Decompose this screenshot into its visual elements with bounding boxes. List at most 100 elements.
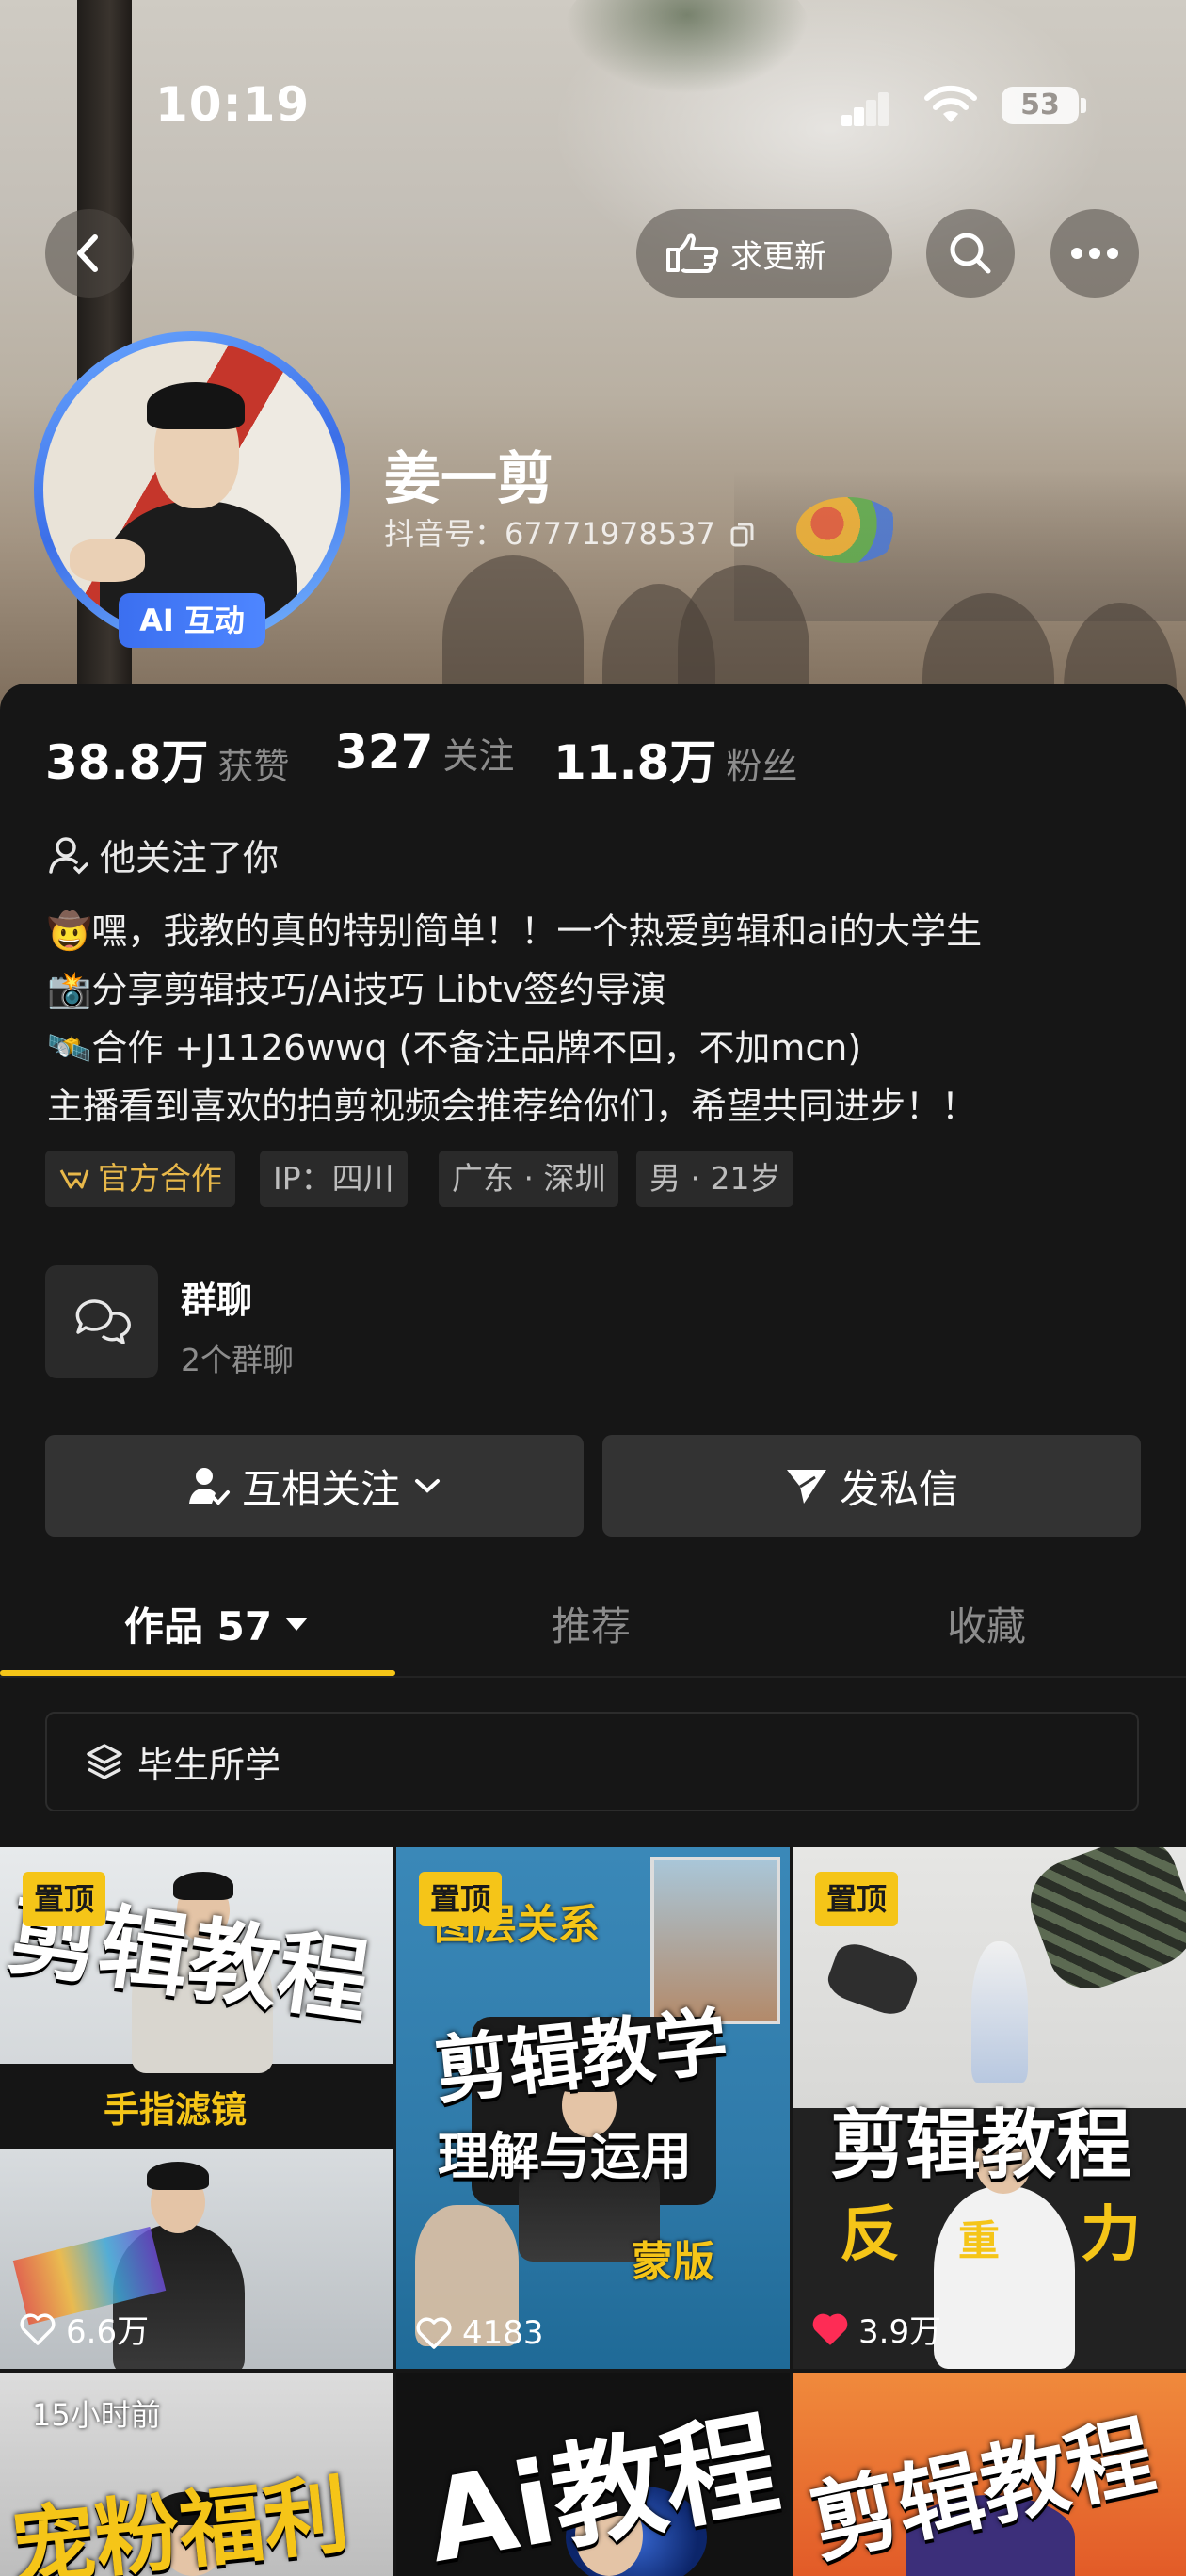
camera-flash-emoji-icon: 📸 bbox=[47, 969, 92, 1010]
video-title-art: Ai教程 bbox=[417, 2398, 788, 2576]
cowboy-emoji-icon: 🤠 bbox=[47, 910, 92, 952]
stat-likes-value: 38.8万 bbox=[45, 735, 209, 790]
battery-level: 53 bbox=[1002, 87, 1079, 124]
cellular-signal-icon bbox=[841, 90, 889, 126]
collection-label: 毕生所学 bbox=[137, 1744, 281, 1786]
more-icon bbox=[1071, 248, 1118, 259]
stat-followers-label: 粉丝 bbox=[726, 746, 798, 787]
collection-button[interactable]: 毕生所学 bbox=[45, 1712, 1139, 1811]
layers-icon bbox=[87, 1744, 122, 1779]
douyin-id[interactable]: 抖音号：67771978537 bbox=[384, 510, 755, 554]
mutual-follow-button[interactable]: 互相关注 bbox=[45, 1435, 584, 1537]
video-thumbnail[interactable]: 剪辑教程 手指滤镜 置顶 6.6万 bbox=[0, 1847, 393, 2369]
tab-recommend[interactable]: 推荐 bbox=[552, 1595, 631, 1652]
more-button[interactable] bbox=[1050, 209, 1139, 298]
tag-gender-age: 男 · 21岁 bbox=[636, 1151, 794, 1207]
video-likes: 6.6万 bbox=[19, 2306, 149, 2352]
tag-region: 广东 · 深圳 bbox=[439, 1151, 619, 1207]
video-likes-count: 6.6万 bbox=[66, 2313, 150, 2351]
video-thumbnail[interactable]: 剪辑教程 bbox=[793, 2373, 1186, 2576]
douyin-id-text: 抖音号：67771978537 bbox=[384, 516, 715, 552]
video-thumbnail[interactable]: 剪辑教程 反 重 力 置顶 3.9万 bbox=[793, 1847, 1186, 2369]
video-thumbnail[interactable]: 宠粉福利 15小时前 bbox=[0, 2373, 393, 2576]
request-update-button[interactable]: 求更新 bbox=[636, 209, 892, 298]
satellite-emoji-icon: 🛰️ bbox=[47, 1027, 92, 1069]
cover-palm bbox=[565, 0, 809, 94]
heart-filled-icon bbox=[812, 2313, 848, 2344]
follows-you-row: 他关注了你 bbox=[47, 829, 279, 880]
tag-ip-location: IP：四川 bbox=[260, 1151, 408, 1207]
video-title-art: 宠粉福利 bbox=[6, 2465, 354, 2576]
request-update-label: 求更新 bbox=[730, 237, 826, 276]
video-likes-count: 3.9万 bbox=[858, 2313, 942, 2351]
bio-line-1: 嘿，我教的真的特别简单！！一个热爱剪辑和ai的大学生 bbox=[91, 910, 983, 952]
chat-bubbles-icon bbox=[75, 1299, 131, 1344]
send-icon bbox=[786, 1470, 826, 1504]
video-thumbnail[interactable]: 图层关系 剪辑教学 理解与运用 蒙版 置顶 4183 bbox=[396, 1847, 790, 2369]
video-caption-art: 手指滤镜 bbox=[104, 2089, 248, 2131]
group-chat-title[interactable]: 群聊 bbox=[181, 1271, 252, 1323]
caret-down-icon bbox=[285, 1617, 309, 1631]
search-icon bbox=[950, 233, 991, 274]
back-icon bbox=[77, 234, 98, 272]
bio-line-2: 分享剪辑技巧/Ai技巧 Libtv签约导演 bbox=[91, 969, 667, 1010]
video-likes: 3.9万 bbox=[811, 2306, 941, 2352]
bio-line-3: 合作 +J1126wwq (不备注品牌不回，不加mcn) bbox=[91, 1027, 862, 1069]
video-title-art: 剪辑教程 bbox=[830, 2101, 1131, 2189]
cover-balloons bbox=[796, 497, 900, 563]
tab-works[interactable]: 作品 57 bbox=[124, 1595, 310, 1652]
pinned-badge: 置顶 bbox=[815, 1872, 899, 1926]
group-chat-subtitle: 2个群聊 bbox=[181, 1342, 294, 1378]
group-chat-icon-box[interactable] bbox=[45, 1265, 158, 1378]
stat-followers[interactable]: 11.8万 粉丝 bbox=[553, 725, 797, 793]
battery-tip bbox=[1081, 98, 1086, 113]
copy-icon[interactable] bbox=[730, 522, 755, 548]
search-button[interactable] bbox=[926, 209, 1015, 298]
mutual-follow-label: 互相关注 bbox=[241, 1465, 400, 1512]
video-likes-count: 4183 bbox=[462, 2314, 544, 2352]
bio-line: 主播看到喜欢的拍剪视频会推荐给你们，希望共同进步！！ bbox=[47, 1077, 977, 1129]
user-icon bbox=[49, 836, 88, 874]
user-check-icon bbox=[188, 1468, 230, 1505]
bio-line: 📸分享剪辑技巧/Ai技巧 Libtv签约导演 bbox=[47, 960, 666, 1012]
video-caption-art: 理解与运用 bbox=[438, 2127, 692, 2186]
tab-works-label: 作品 57 bbox=[124, 1603, 273, 1650]
chevron-down-icon bbox=[415, 1479, 440, 1493]
hand-point-icon bbox=[666, 233, 719, 273]
video-likes: 4183 bbox=[415, 2314, 544, 2352]
heart-outline-icon bbox=[20, 2313, 56, 2345]
tag-official-cooperation[interactable]: 官方合作 bbox=[45, 1151, 235, 1207]
video-caption-art-1: 反 bbox=[840, 2200, 900, 2270]
video-time-label: 15小时前 bbox=[32, 2397, 161, 2433]
profile-name: 姜一剪 bbox=[384, 446, 553, 512]
back-button[interactable] bbox=[45, 209, 134, 298]
wifi-icon bbox=[924, 85, 977, 122]
stat-followers-value: 11.8万 bbox=[553, 735, 717, 790]
video-caption-art-2: 重 bbox=[958, 2217, 1000, 2265]
send-message-label: 发私信 bbox=[839, 1465, 958, 1512]
tab-favorites[interactable]: 收藏 bbox=[947, 1595, 1026, 1652]
bio-line-4: 主播看到喜欢的拍剪视频会推荐给你们，希望共同进步！！ bbox=[47, 1086, 978, 1127]
status-time: 10:19 bbox=[155, 77, 311, 132]
pinned-badge: 置顶 bbox=[419, 1872, 503, 1926]
video-extra-art: 蒙版 bbox=[632, 2238, 714, 2286]
send-message-button[interactable]: 发私信 bbox=[602, 1435, 1141, 1537]
stat-following[interactable]: 327 关注 bbox=[335, 725, 514, 780]
tabs-divider bbox=[0, 1676, 1186, 1678]
pinned-badge: 置顶 bbox=[23, 1872, 106, 1926]
stat-likes[interactable]: 38.8万 获赞 bbox=[45, 725, 289, 793]
stat-following-value: 327 bbox=[335, 725, 434, 780]
heart-outline-icon bbox=[416, 2317, 452, 2349]
stat-likes-label: 获赞 bbox=[217, 746, 290, 787]
bio-line: 🛰️合作 +J1126wwq (不备注品牌不回，不加mcn) bbox=[47, 1019, 861, 1071]
ai-interaction-badge[interactable]: AI 互动 bbox=[119, 593, 265, 648]
video-caption-art-3: 力 bbox=[1081, 2200, 1141, 2270]
avatar-hair bbox=[147, 382, 245, 429]
tag-official-label: 官方合作 bbox=[98, 1160, 222, 1197]
handshake-icon bbox=[59, 1169, 89, 1189]
bio-line: 🤠嘿，我教的真的特别简单！！一个热爱剪辑和ai的大学生 bbox=[47, 902, 982, 954]
video-thumbnail[interactable]: Ai教程 bbox=[396, 2373, 790, 2576]
avatar-hand bbox=[70, 539, 145, 582]
stat-following-label: 关注 bbox=[442, 735, 515, 777]
follows-you-text: 他关注了你 bbox=[100, 837, 280, 878]
